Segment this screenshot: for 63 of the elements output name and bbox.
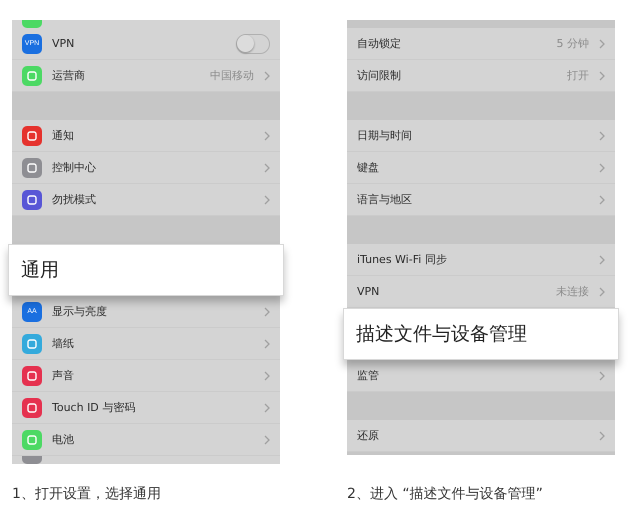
- row-label: VPN: [357, 285, 380, 298]
- settings-row[interactable]: 控制中心: [12, 152, 280, 184]
- chevron-icon: [599, 254, 605, 264]
- row-label: iTunes Wi-Fi 同步: [357, 252, 448, 267]
- row-label: 日期与时间: [357, 128, 413, 143]
- row-value: 未连接: [556, 284, 589, 299]
- settings-row[interactable]: 墙纸: [12, 328, 280, 360]
- settings-row[interactable]: 电池: [12, 424, 280, 456]
- row-label: 访问限制: [357, 68, 402, 83]
- row-value: 打开: [567, 68, 589, 83]
- chevron-icon: [599, 162, 605, 172]
- settings-row[interactable]: 声音: [12, 360, 280, 392]
- chevron-icon: [264, 70, 270, 80]
- row-value: 中国移动: [210, 68, 254, 83]
- row-label: 控制中心: [52, 160, 97, 175]
- chevron-icon: [599, 38, 605, 48]
- settings-row[interactable]: 日期与时间: [347, 120, 615, 152]
- chevron-icon: [599, 70, 605, 80]
- toggle-switch[interactable]: [236, 34, 270, 54]
- settings-row[interactable]: 监管: [347, 360, 615, 392]
- settings-row[interactable]: 语言与地区: [347, 184, 615, 216]
- settings-row[interactable]: iTunes Wi-Fi 同步: [347, 244, 615, 276]
- row-label: 通知: [52, 128, 75, 143]
- chevron-icon: [264, 306, 270, 316]
- row-label: 自动锁定: [357, 36, 402, 51]
- chevron-icon: [599, 130, 605, 140]
- settings-row[interactable]: 运营商 中国移动: [12, 60, 280, 92]
- chevron-icon: [264, 130, 270, 140]
- chevron-icon: [264, 402, 270, 412]
- row-label: 显示与亮度: [52, 304, 108, 319]
- chevron-icon: [599, 370, 605, 380]
- settings-row[interactable]: 通知: [12, 120, 280, 152]
- row-label: VPN: [52, 37, 76, 50]
- row-label: 键盘: [357, 160, 380, 175]
- row-label: Touch ID 与密码: [52, 400, 136, 415]
- highlight-callout[interactable]: 描述文件与设备管理: [343, 308, 619, 360]
- row-label: 墙纸: [52, 336, 75, 351]
- chevron-icon: [264, 338, 270, 348]
- settings-row[interactable]: 访问限制 打开: [347, 60, 615, 92]
- chevron-icon: [264, 370, 270, 380]
- row-label: 语言与地区: [357, 192, 413, 207]
- chevron-icon: [264, 162, 270, 172]
- step-caption: 2、进入 “描述文件与设备管理”: [347, 485, 544, 503]
- chevron-icon: [599, 194, 605, 204]
- chevron-icon: [264, 434, 270, 444]
- settings-row[interactable]: 还原: [347, 420, 615, 452]
- settings-row[interactable]: Touch ID 与密码: [12, 392, 280, 424]
- row-label: 监管: [357, 368, 380, 383]
- settings-row[interactable]: VPN 未连接: [347, 276, 615, 308]
- row-label: 电池: [52, 432, 75, 447]
- settings-row[interactable]: 勿扰模式: [12, 184, 280, 216]
- row-label: 勿扰模式: [52, 192, 97, 207]
- chevron-icon: [599, 430, 605, 440]
- row-label: 还原: [357, 428, 380, 443]
- row-label: 运营商: [52, 68, 86, 83]
- row-value: 5 分钟: [556, 36, 589, 51]
- step-caption: 1、打开设置，选择通用: [12, 485, 162, 503]
- settings-row[interactable]: 自动锁定 5 分钟: [347, 28, 615, 60]
- settings-row[interactable]: 键盘: [347, 152, 615, 184]
- chevron-icon: [599, 286, 605, 296]
- highlight-callout[interactable]: 通用: [8, 244, 284, 296]
- row-label: 声音: [52, 368, 75, 383]
- chevron-icon: [264, 194, 270, 204]
